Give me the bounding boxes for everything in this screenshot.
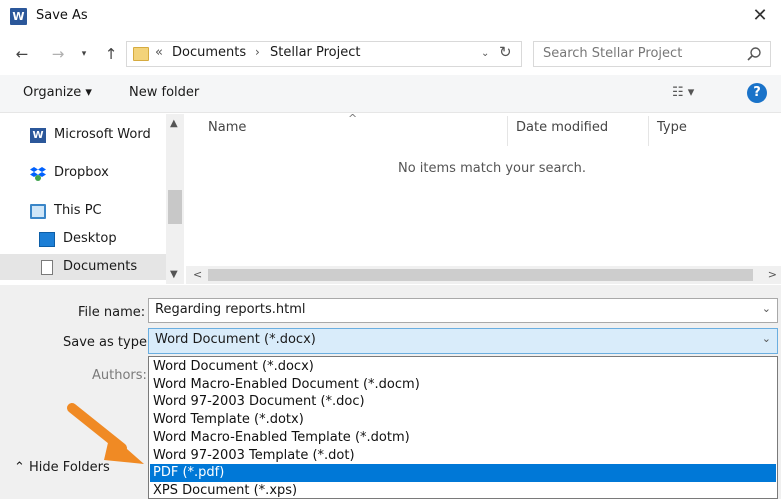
breadcrumb-stellar-project[interactable]: Stellar Project bbox=[270, 45, 361, 60]
save-as-type-label: Save as type: bbox=[63, 335, 152, 350]
breadcrumb-documents[interactable]: Documents bbox=[172, 45, 246, 60]
sidebar-item-this-pc[interactable]: This PC bbox=[0, 198, 166, 224]
chevron-down-icon[interactable]: ⌄ bbox=[762, 332, 771, 345]
save-as-type-select[interactable]: Word Document (*.docx) ⌄ bbox=[148, 328, 778, 354]
scrollbar-thumb[interactable] bbox=[168, 190, 182, 224]
column-header-name[interactable]: Name bbox=[208, 120, 246, 135]
sidebar-item-label: Microsoft Word bbox=[54, 127, 151, 142]
forward-arrow-icon[interactable]: → bbox=[48, 43, 68, 65]
dropdown-option[interactable]: Word 97-2003 Document (*.doc) bbox=[150, 393, 776, 411]
organize-button[interactable]: Organize ▾ bbox=[23, 85, 92, 100]
pc-icon bbox=[30, 204, 46, 219]
close-button[interactable]: ✕ bbox=[747, 4, 773, 28]
address-row: ← → ▾ ↑ « Documents › Stellar Project ⌄ … bbox=[0, 37, 781, 71]
word-app-icon: W bbox=[10, 8, 27, 25]
save-as-type-dropdown-list: Word Document (*.docx) Word Macro-Enable… bbox=[148, 356, 778, 499]
address-bar[interactable]: « Documents › Stellar Project ⌄ ↻ bbox=[126, 41, 522, 67]
refresh-icon[interactable]: ↻ bbox=[499, 43, 512, 61]
dropdown-option[interactable]: XPS Document (*.xps) bbox=[150, 482, 776, 499]
folder-icon bbox=[133, 47, 149, 61]
sort-ascending-icon: ^ bbox=[348, 112, 358, 125]
dropdown-option[interactable]: Word Macro-Enabled Document (*.docm) bbox=[150, 376, 776, 394]
breadcrumb-separator[interactable]: › bbox=[255, 45, 260, 59]
dropdown-option[interactable]: Word Macro-Enabled Template (*.dotm) bbox=[150, 429, 776, 447]
column-header-type[interactable]: Type bbox=[657, 120, 687, 135]
window-title: Save As bbox=[36, 8, 88, 23]
dropdown-option[interactable]: Word Template (*.dotx) bbox=[150, 411, 776, 429]
hide-folders-label: Hide Folders bbox=[29, 460, 110, 475]
back-arrow-icon[interactable]: ← bbox=[12, 43, 32, 65]
sidebar-item-dropbox[interactable]: Dropbox bbox=[0, 160, 166, 186]
authors-label: Authors: bbox=[92, 368, 147, 383]
up-arrow-icon[interactable]: ↑ bbox=[101, 43, 121, 65]
dropdown-option[interactable]: Word Document (*.docx) bbox=[150, 358, 776, 376]
help-icon[interactable]: ? bbox=[747, 83, 767, 103]
file-name-label: File name: bbox=[78, 305, 146, 320]
sidebar-item-label: Documents bbox=[63, 259, 138, 274]
navigation-scrollbar[interactable]: ▲ ▼ bbox=[166, 114, 184, 284]
scrollbar-thumb[interactable] bbox=[208, 269, 753, 281]
new-folder-button[interactable]: New folder bbox=[129, 85, 199, 100]
column-divider[interactable] bbox=[507, 116, 508, 146]
empty-message: No items match your search. bbox=[398, 161, 587, 176]
horizontal-scrollbar[interactable]: < > bbox=[186, 266, 781, 284]
toolbar: Organize ▾ New folder ☷ ▾ ? bbox=[0, 75, 781, 113]
sidebar-item-label: This PC bbox=[54, 203, 102, 218]
scroll-left-icon[interactable]: < bbox=[193, 268, 202, 281]
hide-folders-button[interactable]: ⌃ Hide Folders bbox=[14, 460, 110, 475]
word-icon: W bbox=[30, 128, 46, 143]
search-input[interactable]: Search Stellar Project bbox=[533, 41, 771, 67]
column-divider[interactable] bbox=[648, 116, 649, 146]
file-name-input[interactable]: Regarding reports.html ⌄ bbox=[148, 298, 778, 323]
scroll-up-icon[interactable]: ▲ bbox=[170, 118, 178, 129]
desktop-icon bbox=[39, 232, 55, 247]
sidebar-item-documents[interactable]: Documents bbox=[0, 254, 166, 280]
address-dropdown-icon[interactable]: ⌄ bbox=[481, 45, 489, 63]
search-placeholder: Search Stellar Project bbox=[543, 46, 683, 61]
search-icon bbox=[747, 47, 761, 61]
save-as-type-value: Word Document (*.docx) bbox=[155, 332, 316, 347]
breadcrumb-overflow[interactable]: « bbox=[155, 45, 163, 60]
column-header-date-modified[interactable]: Date modified bbox=[516, 120, 608, 135]
dropdown-option-selected[interactable]: PDF (*.pdf) bbox=[150, 464, 776, 482]
chevron-up-icon: ⌃ bbox=[14, 460, 30, 475]
file-list: ^ Name Date modified Type No items match… bbox=[186, 112, 781, 284]
sidebar-item-label: Dropbox bbox=[54, 165, 109, 180]
chevron-down-icon[interactable]: ⌄ bbox=[762, 302, 771, 315]
scroll-right-icon[interactable]: > bbox=[768, 268, 777, 281]
sidebar-item-desktop[interactable]: Desktop bbox=[0, 226, 166, 252]
file-name-value: Regarding reports.html bbox=[155, 302, 306, 317]
change-view-button[interactable]: ☷ ▾ bbox=[672, 85, 694, 100]
recent-locations-chevron-icon[interactable]: ▾ bbox=[78, 43, 90, 65]
sidebar-item-microsoft-word[interactable]: W Microsoft Word bbox=[0, 122, 166, 148]
sidebar-item-label: Desktop bbox=[63, 231, 117, 246]
documents-icon bbox=[41, 260, 53, 275]
navigation-pane: W Microsoft Word Dropbox This PC Desktop… bbox=[0, 114, 184, 284]
scroll-down-icon[interactable]: ▼ bbox=[170, 269, 178, 280]
dropbox-icon bbox=[30, 167, 46, 181]
title-bar: W Save As ✕ bbox=[0, 0, 781, 34]
dropdown-option[interactable]: Word 97-2003 Template (*.dot) bbox=[150, 447, 776, 465]
